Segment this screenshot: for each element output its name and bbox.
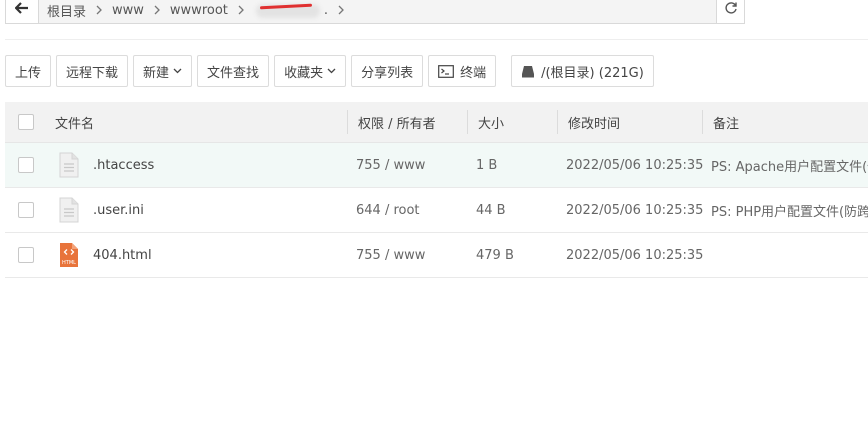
modified-cell: 2022/05/06 10:25:35 <box>566 247 703 263</box>
row-check-cell <box>5 143 47 187</box>
file-name-link[interactable]: .user.ini <box>93 203 144 218</box>
note-cell: PS: PHP用户配置文件(防跨站) <box>711 204 868 220</box>
name-cell: .htaccess <box>47 143 348 187</box>
permission-cell[interactable]: 644 / root <box>348 188 468 232</box>
new-label: 新建 <box>143 65 170 81</box>
favorites-dropdown-button[interactable]: 收藏夹 <box>274 55 347 87</box>
text-file-icon <box>59 197 79 223</box>
note-cell <box>703 233 868 277</box>
size-cell: 479 B <box>476 247 514 263</box>
upload-label: 上传 <box>15 65 42 81</box>
column-header-name[interactable]: 文件名 <box>47 102 348 142</box>
text-file-icon <box>59 152 79 178</box>
permission-cell[interactable]: 755 / www <box>348 143 468 187</box>
column-header-modified[interactable]: 修改时间 <box>558 102 703 142</box>
breadcrumb-root[interactable]: 根目录 <box>47 1 86 20</box>
favorites-label: 收藏夹 <box>284 65 324 81</box>
name-cell: HTML 404.html <box>47 233 348 277</box>
new-dropdown-button[interactable]: 新建 <box>133 55 193 87</box>
select-all-cell <box>5 102 47 142</box>
file-search-label: 文件查找 <box>207 65 260 81</box>
terminal-label: 终端 <box>460 65 487 81</box>
breadcrumb-wwwroot[interactable]: wwwroot <box>170 3 228 18</box>
terminal-icon <box>438 64 454 78</box>
breadcrumb: 根目录 www wwwroot . <box>39 0 716 23</box>
name-cell: .user.ini <box>47 188 348 232</box>
row-check-cell <box>5 233 47 277</box>
table-row[interactable]: .user.ini 644 / root 44 B 2022/05/06 10:… <box>5 188 868 233</box>
breadcrumb-www[interactable]: www <box>112 3 144 18</box>
column-header-permission[interactable]: 权限 / 所有者 <box>348 102 468 142</box>
breadcrumb-current[interactable]: . <box>324 3 328 18</box>
modified-cell: 2022/05/06 10:25:35 <box>566 202 703 218</box>
upload-button[interactable]: 上传 <box>5 55 52 87</box>
column-header-size[interactable]: 大小 <box>468 102 558 142</box>
row-checkbox[interactable] <box>18 157 34 173</box>
terminal-button[interactable]: 终端 <box>428 55 497 87</box>
chevron-right-icon <box>238 5 244 15</box>
refresh-icon <box>724 1 738 19</box>
arrow-left-icon <box>14 2 29 18</box>
row-checkbox[interactable] <box>18 202 34 218</box>
share-list-label: 分享列表 <box>361 65 414 81</box>
back-button[interactable] <box>6 0 39 23</box>
file-search-button[interactable]: 文件查找 <box>197 55 270 87</box>
share-list-button[interactable]: 分享列表 <box>351 55 424 87</box>
remote-download-button[interactable]: 远程下载 <box>56 55 129 87</box>
breadcrumb-redacted[interactable] <box>254 0 322 20</box>
column-header-note: 备注 <box>713 116 740 132</box>
hard-drive-icon <box>521 65 535 78</box>
toolbar: 上传 远程下载 新建 文件查找 收藏夹 分享列表 终端 /(根目录) (221G… <box>5 55 659 87</box>
svg-text:HTML: HTML <box>62 260 76 266</box>
note-cell: PS: Apache用户配置文件(伪静态) <box>711 159 868 175</box>
table-header: 文件名 权限 / 所有者 大小 修改时间 备注 <box>5 102 868 143</box>
size-cell: 44 B <box>476 202 506 218</box>
file-name-link[interactable]: 404.html <box>93 248 152 263</box>
html-file-icon: HTML <box>59 242 79 268</box>
select-all-checkbox[interactable] <box>18 114 34 130</box>
table-row[interactable]: .htaccess 755 / www 1 B 2022/05/06 10:25… <box>5 143 868 188</box>
chevron-right-icon <box>96 5 102 15</box>
divider <box>5 39 868 40</box>
disk-root-label: /(根目录) (221G) <box>541 65 644 81</box>
disk-root-button[interactable]: /(根目录) (221G) <box>511 55 654 87</box>
chevron-down-icon <box>327 68 336 74</box>
file-table: 文件名 权限 / 所有者 大小 修改时间 备注 .htaccess 755 / … <box>5 102 868 278</box>
remote-download-label: 远程下载 <box>66 65 119 81</box>
row-check-cell <box>5 188 47 232</box>
chevron-down-icon <box>173 68 182 74</box>
table-row[interactable]: HTML 404.html 755 / www 479 B 2022/05/06… <box>5 233 868 278</box>
chevron-right-icon <box>338 5 344 15</box>
row-checkbox[interactable] <box>18 247 34 263</box>
permission-cell[interactable]: 755 / www <box>348 233 468 277</box>
file-name-link[interactable]: .htaccess <box>93 158 154 173</box>
address-bar: 根目录 www wwwroot . <box>5 0 745 24</box>
size-cell: 1 B <box>476 157 498 173</box>
chevron-right-icon <box>154 5 160 15</box>
refresh-button[interactable] <box>716 0 744 23</box>
modified-cell: 2022/05/06 10:25:35 <box>566 157 703 173</box>
